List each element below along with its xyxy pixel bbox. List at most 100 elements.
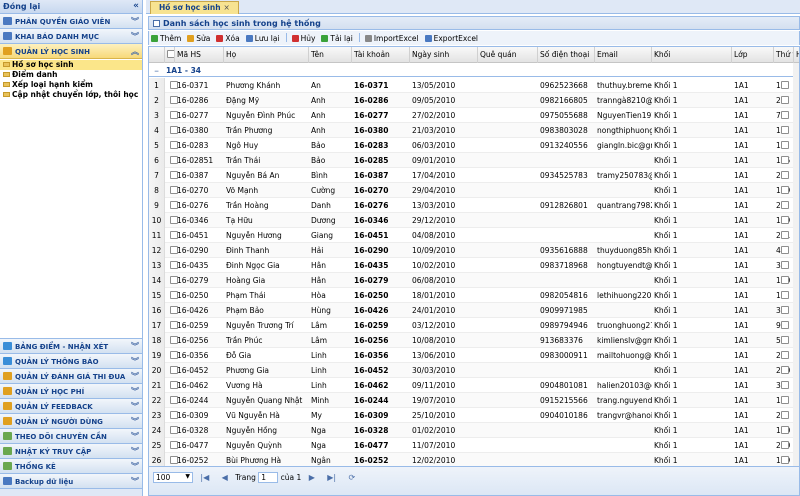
chevron-down-icon[interactable]: ︾ [131, 386, 139, 397]
sidebar-tree-item[interactable]: Xếp loại hạnh kiểm [0, 80, 142, 90]
visible-checkbox[interactable] [781, 156, 789, 164]
table-row[interactable]: 3 16-0277 Nguyễn Đình Phúc Anh 16-0277 27/02/… [149, 108, 799, 123]
table-row[interactable]: 12 16-0290 Đinh Thanh Hải 16-0290 10/09/2010 0… [149, 243, 799, 258]
table-row[interactable]: 10 16-0346 Tạ Hữu Dương 16-0346 29/12/2010 Khố… [149, 213, 799, 228]
toolbar-button[interactable]: Hủy [291, 34, 315, 43]
sidebar-section[interactable]: QUẢN LÝ ĐÁNH GIÁ THI ĐUA ︾ [0, 369, 142, 384]
visible-checkbox[interactable] [781, 351, 789, 359]
sidebar-section[interactable]: THEO DÕI CHUYÊN CẦN ︾ [0, 429, 142, 444]
visible-checkbox[interactable] [781, 336, 789, 344]
toolbar-button[interactable]: ExportExcel [424, 34, 478, 43]
toolbar-button[interactable]: Sửa [187, 34, 210, 43]
chevron-down-icon[interactable]: ︾ [131, 416, 139, 427]
visible-checkbox[interactable] [781, 126, 789, 134]
visible-checkbox[interactable] [781, 261, 789, 269]
group-row[interactable]: −1A1 - 34 [149, 64, 799, 77]
visible-checkbox[interactable] [781, 306, 789, 314]
visible-checkbox[interactable] [781, 276, 789, 284]
toolbar-button[interactable]: Tải lại [321, 34, 353, 43]
table-row[interactable]: 20 16-0452 Phương Gia Linh 16-0452 30/03/2010… [149, 363, 799, 378]
select-all-checkbox[interactable] [167, 50, 174, 58]
chevron-up-icon[interactable]: ︽ [131, 46, 139, 57]
sidebar-section[interactable]: QUẢN LÝ HỌC PHÍ ︾ [0, 384, 142, 399]
visible-checkbox[interactable] [781, 111, 789, 119]
chevron-down-icon[interactable]: ︾ [131, 371, 139, 382]
sidebar-section[interactable]: BẢNG ĐIỂM - NHẬN XÉT ︾ [0, 339, 142, 354]
table-row[interactable]: 1 16-0371 Phương Khánh An 16-0371 13/05/2010 0… [149, 78, 799, 93]
visible-checkbox[interactable] [781, 186, 789, 194]
sidebar-section[interactable]: Backup dữ liệu ︾ [0, 474, 142, 489]
sidebar-section[interactable]: NHẬT KÝ TRUY CẬP ︾ [0, 444, 142, 459]
column-header[interactable]: Hiển thị [794, 47, 799, 63]
table-row[interactable]: 24 16-0328 Nguyễn Hồng Nga 16-0328 01/02/2010… [149, 423, 799, 438]
chevron-down-icon[interactable]: ︾ [131, 356, 139, 367]
sidebar-section[interactable]: QUẢN LÝ THÔNG BÁO ︾ [0, 354, 142, 369]
column-header[interactable]: Lớp [732, 47, 774, 63]
table-row[interactable]: 18 16-0256 Trần Phúc Lâm 16-0256 10/08/2010 91… [149, 333, 799, 348]
chevron-down-icon[interactable]: ︾ [131, 31, 139, 42]
visible-checkbox[interactable] [781, 456, 789, 464]
column-header[interactable]: Ngày sinh [410, 47, 478, 63]
sidebar-collapse-bar[interactable]: Đóng lại « [0, 0, 142, 14]
sidebar-section[interactable]: QUẢN LÝ FEEDBACK ︾ [0, 399, 142, 414]
visible-checkbox[interactable] [781, 411, 789, 419]
table-row[interactable]: 15 16-0250 Phạm Thái Hòa 16-0250 18/01/2010 09… [149, 288, 799, 303]
last-page-icon[interactable]: ▶| [327, 473, 336, 482]
column-header[interactable]: Khối [652, 47, 732, 63]
table-row[interactable]: 22 16-0244 Nguyễn Quang Nhật Minh 16-0244 19/… [149, 393, 799, 408]
sidebar-tree-item[interactable]: Cập nhật chuyển lớp, thôi học [0, 90, 142, 100]
table-row[interactable]: 21 16-0462 Vương Hà Linh 16-0462 09/11/2010 09… [149, 378, 799, 393]
tab-close-icon[interactable]: × [224, 3, 230, 12]
sidebar-section[interactable]: THỐNG KÊ ︾ [0, 459, 142, 474]
collapse-group-icon[interactable]: − [153, 68, 160, 75]
collapse-icon[interactable]: « [133, 1, 139, 11]
table-row[interactable]: 5 16-0283 Ngô Huy Bảo 16-0283 06/03/2010 09132… [149, 138, 799, 153]
chevron-down-icon[interactable]: ︾ [131, 446, 139, 457]
table-row[interactable]: 11 16-0451 Nguyễn Hương Giang 16-0451 04/08/2… [149, 228, 799, 243]
column-header[interactable]: Quê quán [478, 47, 538, 63]
column-header[interactable]: Mã HS [175, 47, 224, 63]
column-header[interactable]: Email [595, 47, 652, 63]
column-header[interactable]: Số điện thoại [538, 47, 595, 63]
chevron-down-icon[interactable]: ︾ [131, 431, 139, 442]
chevron-down-icon[interactable]: ︾ [131, 16, 139, 27]
table-row[interactable]: 6 16-02851 Trần Thái Bảo 16-0285 09/01/2010 Kh… [149, 153, 799, 168]
visible-checkbox[interactable] [781, 81, 789, 89]
table-row[interactable]: 4 16-0380 Trần Phương Anh 16-0380 21/03/2010 0… [149, 123, 799, 138]
chevron-down-icon[interactable]: ︾ [131, 461, 139, 472]
visible-checkbox[interactable] [781, 321, 789, 329]
next-page-icon[interactable]: ▶ [309, 473, 315, 482]
table-row[interactable]: 23 16-0309 Vũ Nguyễn Hà My 16-0309 25/10/2010… [149, 408, 799, 423]
vertical-scrollbar[interactable] [793, 63, 799, 466]
table-row[interactable]: 13 16-0435 Đinh Ngọc Gia Hân 16-0435 10/02/20… [149, 258, 799, 273]
table-row[interactable]: 16 16-0426 Phạm Bảo Hùng 16-0426 24/01/2010 09… [149, 303, 799, 318]
visible-checkbox[interactable] [781, 216, 789, 224]
sidebar-section[interactable]: KHAI BÁO DANH MỤC ︾ [0, 29, 142, 44]
visible-checkbox[interactable] [781, 396, 789, 404]
first-page-icon[interactable]: |◀ [200, 473, 209, 482]
sidebar-tree-item[interactable]: Điểm danh [0, 70, 142, 80]
table-row[interactable]: 17 16-0259 Nguyễn Trương Trí Lâm 16-0259 03/1… [149, 318, 799, 333]
table-row[interactable]: 26 16-0252 Bùi Phương Hà Ngân 16-0252 12/02/2… [149, 453, 799, 466]
table-row[interactable]: 2 16-0286 Đặng Mỹ Anh 16-0286 09/05/2010 09821… [149, 93, 799, 108]
column-header[interactable]: Họ [224, 47, 309, 63]
table-row[interactable]: 14 16-0279 Hoàng Gia Hân 16-0279 06/08/2010 Kh… [149, 273, 799, 288]
toolbar-button[interactable]: ImportExcel [364, 34, 419, 43]
sidebar-section[interactable]: PHÂN QUYỀN GIÁO VIÊN ︾ [0, 14, 142, 29]
table-row[interactable]: 25 16-0477 Nguyễn Quỳnh Nga 16-0477 11/07/201… [149, 438, 799, 453]
visible-checkbox[interactable] [781, 171, 789, 179]
visible-checkbox[interactable] [781, 441, 789, 449]
page-size-select[interactable]: 100 ▼ [153, 472, 193, 483]
chevron-down-icon[interactable]: ︾ [131, 401, 139, 412]
sidebar-tree-item[interactable]: Hồ sơ học sinh [0, 60, 142, 70]
visible-checkbox[interactable] [781, 381, 789, 389]
toolbar-button[interactable]: Thêm [151, 34, 181, 43]
table-row[interactable]: 19 16-0356 Đỗ Gia Linh 16-0356 13/06/2010 0983… [149, 348, 799, 363]
refresh-icon[interactable]: ⟳ [348, 473, 355, 482]
visible-checkbox[interactable] [781, 231, 789, 239]
toolbar-button[interactable]: Lưu lại [245, 34, 280, 43]
header-rownum[interactable] [149, 47, 165, 63]
column-header[interactable]: Tên [309, 47, 352, 63]
visible-checkbox[interactable] [781, 366, 789, 374]
column-header[interactable]: Tài khoản [352, 47, 410, 63]
